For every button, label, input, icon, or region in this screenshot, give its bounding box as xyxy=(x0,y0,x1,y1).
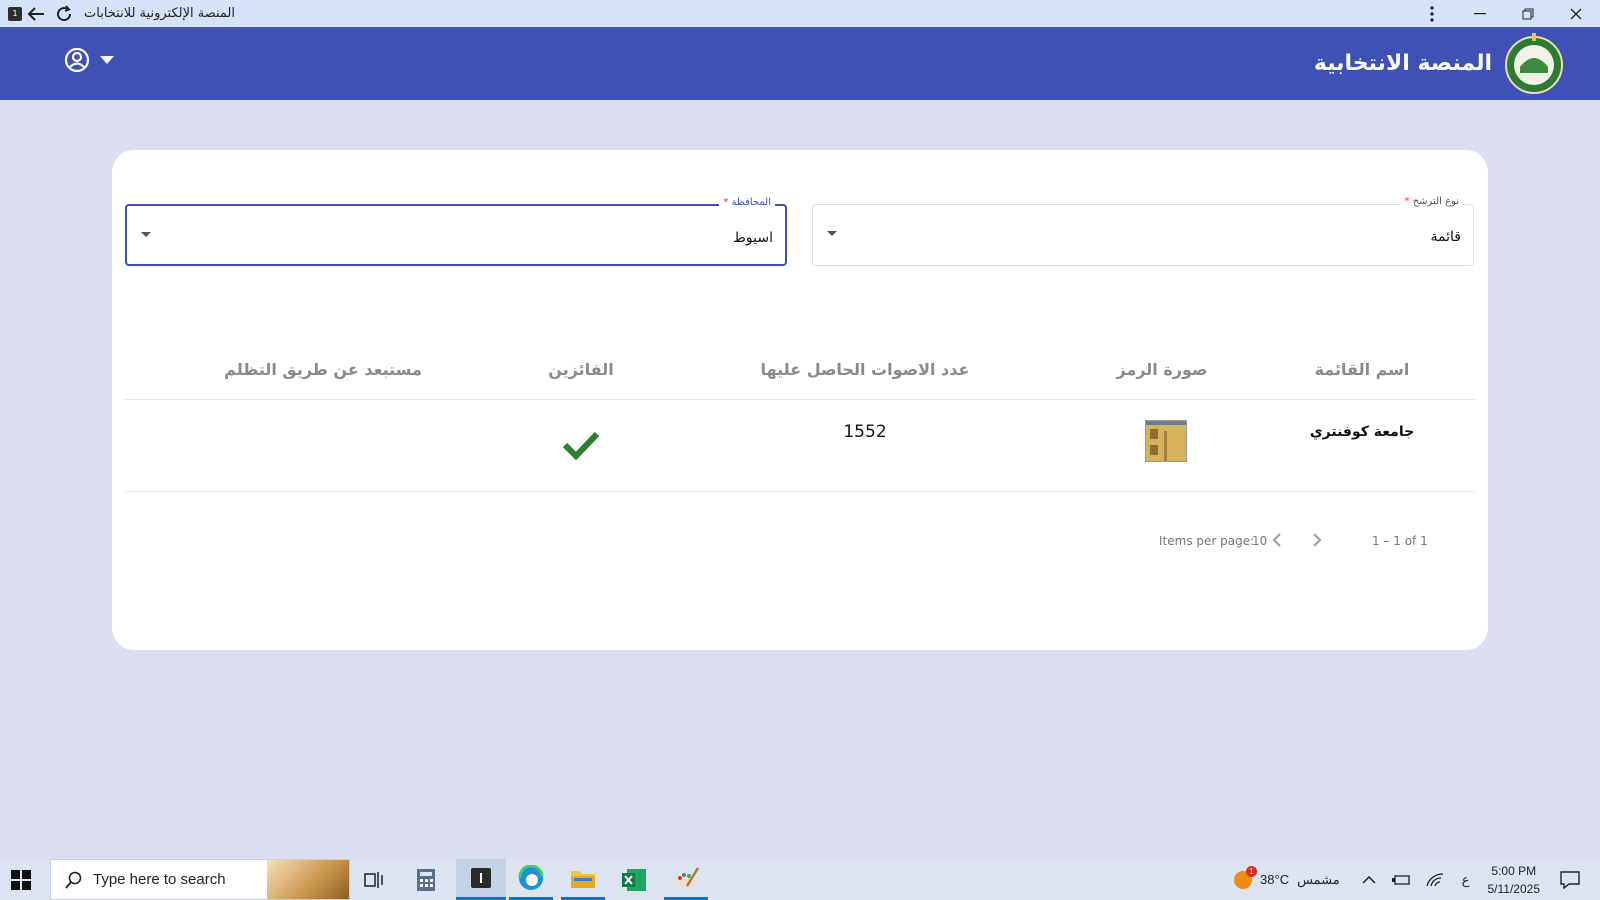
app-header: المنصة الانتخابية xyxy=(0,27,1600,100)
header-votes: عدد الاصوات الحاصل عليها xyxy=(760,360,970,379)
chevron-right-icon[interactable] xyxy=(1312,532,1322,548)
header-winners: الفائزين xyxy=(548,360,614,379)
paint-app-icon[interactable] xyxy=(664,859,708,900)
user-menu[interactable] xyxy=(64,47,114,73)
excel-icon[interactable] xyxy=(612,859,656,900)
governorate-select[interactable]: المحافظة * اسيوط xyxy=(125,197,787,266)
caret-down-icon[interactable] xyxy=(100,56,114,64)
minimize-icon[interactable] xyxy=(1456,0,1504,27)
brand: المنصة الانتخابية xyxy=(1314,31,1564,95)
calculator-app-icon[interactable] xyxy=(404,859,448,900)
weather-text[interactable]: مشمس xyxy=(1297,872,1340,888)
account-circle-icon[interactable] xyxy=(64,47,90,73)
governorate-value: اسيوط xyxy=(732,230,773,246)
cell-votes: 1552 xyxy=(843,422,887,442)
windows-start-icon[interactable] xyxy=(10,869,32,891)
header-excluded: مستبعد عن طريق التظلم xyxy=(224,360,422,379)
task-view-icon[interactable] xyxy=(352,859,396,900)
edge-browser-icon[interactable] xyxy=(509,859,553,900)
refresh-icon[interactable] xyxy=(50,0,78,27)
weather-sun-icon[interactable]: 1 xyxy=(1234,865,1258,889)
window-title: المنصة الإلكترونية للانتخابات xyxy=(84,6,235,21)
range-label: 1 – 1 of 1 xyxy=(1372,534,1428,548)
app-title: المنصة الانتخابية xyxy=(1313,50,1492,76)
weather-temp[interactable]: 38°C xyxy=(1260,872,1289,887)
items-per-page-select[interactable]: 10 xyxy=(1252,534,1267,548)
dropdown-arrow-icon[interactable] xyxy=(141,232,151,237)
table-header: اسم القائمة صورة الرمز عدد الاصوات الحاص… xyxy=(125,340,1475,400)
weather-badge: 1 xyxy=(1246,865,1258,877)
dropdown-arrow-icon[interactable] xyxy=(827,231,837,236)
clock-time: 5:00 PM xyxy=(1491,863,1537,878)
header-list-name: اسم القائمة xyxy=(1314,360,1410,379)
chevron-up-icon[interactable] xyxy=(1362,875,1376,884)
governorate-label: المحافظة * xyxy=(719,197,775,208)
search-icon xyxy=(65,871,82,889)
candidacy-type-label: نوع الترشح * xyxy=(1400,196,1463,207)
election-app-taskbar-icon[interactable] xyxy=(456,859,506,900)
notifications-icon[interactable] xyxy=(1560,870,1580,889)
items-per-page-label: Items per page: xyxy=(1159,534,1255,548)
cell-list-name: جامعة كوفنتري xyxy=(1309,424,1415,440)
paginator: Items per page: 10 1 – 1 of 1 xyxy=(1112,528,1432,556)
search-placeholder: Type here to search xyxy=(93,871,226,888)
wifi-icon[interactable] xyxy=(1426,872,1444,887)
symbol-image xyxy=(1145,420,1187,462)
header-symbol-image: صورة الرمز xyxy=(1116,360,1208,379)
clock-date: 5/11/2025 xyxy=(1487,881,1541,896)
candidacy-type-select[interactable]: نوع الترشح * قائمة xyxy=(812,196,1474,266)
app-badge-icon: 1 xyxy=(8,6,22,21)
taskbar-search-box[interactable]: Type here to search xyxy=(50,859,350,900)
table-row: جامعة كوفنتري 1552 xyxy=(125,412,1475,492)
restore-icon[interactable] xyxy=(1504,0,1552,27)
ministry-seal-logo xyxy=(1505,33,1563,94)
results-card: المحافظة * اسيوط نوع الترشح * قائمة اسم … xyxy=(112,150,1488,650)
more-options-icon[interactable] xyxy=(1408,0,1456,27)
input-language[interactable]: ع xyxy=(1462,872,1470,888)
taskbar: Type here to search 1 38°C مشمس ع 5:00 P… xyxy=(0,859,1600,900)
file-explorer-icon[interactable] xyxy=(561,859,605,900)
window-title-bar: 1 المنصة الإلكترونية للانتخابات xyxy=(0,0,1600,27)
system-tray: 1 38°C مشمس ع 5:00 PM 5/11/2025 xyxy=(1234,859,1600,900)
winner-check-icon xyxy=(562,431,600,460)
clock[interactable]: 5:00 PM 5/11/2025 xyxy=(1488,862,1541,898)
candidacy-type-value: قائمة xyxy=(1430,229,1461,245)
chevron-left-icon[interactable] xyxy=(1272,532,1282,548)
close-icon[interactable] xyxy=(1552,0,1600,27)
search-highlight-image xyxy=(267,860,349,899)
battery-icon[interactable] xyxy=(1391,874,1410,886)
back-arrow-icon[interactable] xyxy=(22,0,50,27)
